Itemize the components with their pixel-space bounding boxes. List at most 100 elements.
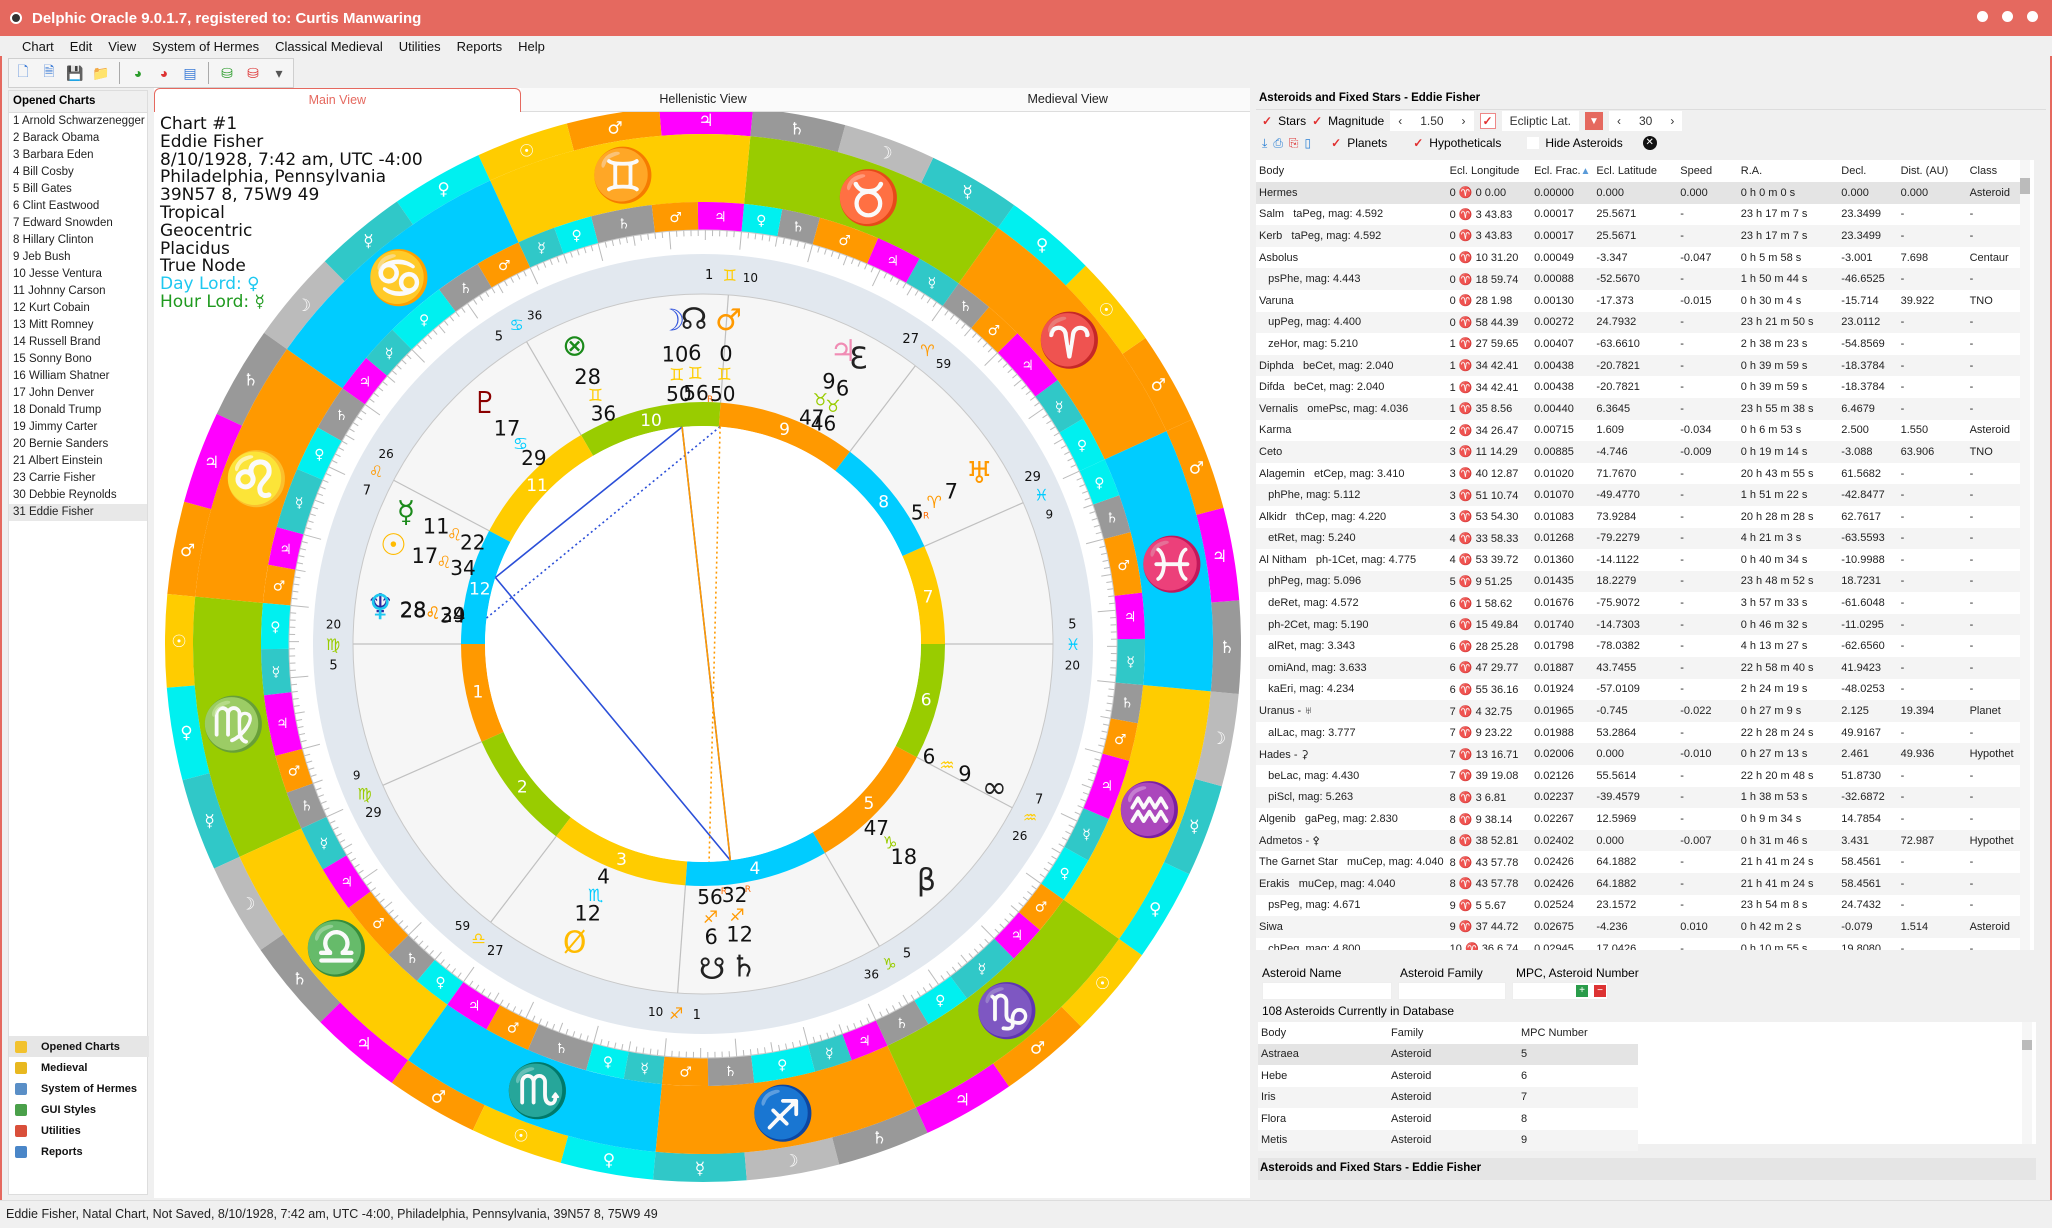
chart-list-item[interactable]: 4 Bill Cosby bbox=[9, 164, 147, 181]
chart-list-item[interactable]: 7 Edward Snowden bbox=[9, 215, 147, 232]
nav-reports[interactable]: Reports bbox=[9, 1141, 149, 1162]
ecliptic-lat-checkbox[interactable]: ✓ bbox=[1479, 113, 1496, 129]
table-row[interactable]: Iris Asteroid 7 bbox=[1258, 1086, 1638, 1108]
chart-list-item[interactable]: 21 Albert Einstein bbox=[9, 453, 147, 470]
chart-list-item[interactable]: 16 William Shatner bbox=[9, 368, 147, 385]
table-remove-icon[interactable]: ▤ bbox=[180, 63, 200, 83]
planets-checkbox[interactable]: ✓ bbox=[1331, 136, 1341, 150]
export-icon[interactable]: ⤓ bbox=[1262, 136, 1267, 151]
toolbar-overflow-icon[interactable]: ▾ bbox=[269, 63, 289, 83]
table-row[interactable]: Astraea Asteroid 5 bbox=[1258, 1043, 1638, 1065]
save-icon[interactable]: 💾 bbox=[65, 63, 85, 83]
nav-utilities[interactable]: Utilities bbox=[9, 1120, 149, 1141]
planet-glyph-saturn[interactable]: ♄ bbox=[730, 949, 757, 984]
chart-list-item[interactable]: 10 Jesse Ventura bbox=[9, 266, 147, 283]
table-row[interactable]: Karma 2 ♈ 34 26.47 0.00715 1.609 -0.034 0 h 6… bbox=[1256, 420, 2026, 442]
table-row[interactable]: deRet, mag: 4.572 6 ♈ 1 58.62 0.01676 -75.9… bbox=[1256, 592, 2026, 614]
nav-medieval[interactable]: Medieval bbox=[9, 1057, 149, 1078]
chart-remove-icon[interactable]: ◕ bbox=[154, 63, 174, 83]
planet-glyph-north-node[interactable]: ☊ bbox=[681, 302, 708, 337]
table-row[interactable]: The Garnet Star muCep, mag: 4.040 8 ♈ 43 … bbox=[1256, 851, 2026, 873]
table-row[interactable]: Kerb taPeg, mag: 4.592 0 ♈ 3 43.83 0.00017… bbox=[1256, 225, 2026, 247]
menu-utilities[interactable]: Utilities bbox=[391, 39, 449, 54]
chart-list-item[interactable]: 19 Jimmy Carter bbox=[9, 419, 147, 436]
table-row[interactable]: Varuna 0 ♈ 28 1.98 0.00130 -17.373 -0.015 0 h… bbox=[1256, 290, 2026, 312]
table-row[interactable]: Asbolus 0 ♈ 10 31.20 0.00049 -3.347 -0.047 0 … bbox=[1256, 247, 2026, 269]
db-remove-icon[interactable]: ⛁ bbox=[243, 63, 263, 83]
table-row[interactable]: Hebe Asteroid 6 bbox=[1258, 1065, 1638, 1087]
table-row[interactable]: omiAnd, mag: 3.633 6 ♈ 47 29.77 0.01887 43.… bbox=[1256, 657, 2026, 679]
table-row[interactable]: upPeg, mag: 4.400 0 ♈ 58 44.39 0.00272 24.7… bbox=[1256, 311, 2026, 334]
chart-list-item[interactable]: 2 Barack Obama bbox=[9, 130, 147, 147]
planet-glyph-mars[interactable]: ♂ bbox=[715, 303, 742, 338]
table-row[interactable]: Salm taPeg, mag: 4.592 0 ♈ 3 43.83 0.00017… bbox=[1256, 204, 2026, 226]
chart-list-item[interactable]: 3 Barbara Eden bbox=[9, 147, 147, 164]
chart-list-item[interactable]: 15 Sonny Bono bbox=[9, 351, 147, 368]
menu-view[interactable]: View bbox=[100, 39, 144, 54]
decrement-icon[interactable]: ‹ bbox=[1617, 114, 1621, 128]
tab-main-view[interactable]: Main View bbox=[154, 88, 521, 112]
table-scrollbar[interactable] bbox=[2020, 160, 2030, 950]
open-folder-icon[interactable]: 📁 bbox=[91, 63, 111, 83]
table-row[interactable]: Flora Asteroid 8 bbox=[1258, 1108, 1638, 1130]
table-row[interactable]: beLac, mag: 4.430 7 ♈ 39 19.08 0.02126 55.5… bbox=[1256, 765, 2026, 787]
chart-list-item[interactable]: 30 Debbie Reynolds bbox=[9, 487, 147, 504]
column-header[interactable]: Family bbox=[1388, 1022, 1518, 1044]
scrollbar-thumb[interactable] bbox=[2020, 178, 2030, 194]
table-row[interactable]: Algenib gaPeg, mag: 2.830 8 ♈ 9 38.14 0.02… bbox=[1256, 808, 2026, 830]
chart-list-item[interactable]: 17 John Denver bbox=[9, 385, 147, 402]
planet-glyph-vertex[interactable]: Ø bbox=[563, 926, 587, 961]
table-row[interactable]: Uranus - ♅ 7 ♈ 4 32.75 0.01965 -0.745 -0.022… bbox=[1256, 700, 2026, 722]
hypotheticals-checkbox[interactable]: ✓ bbox=[1413, 136, 1423, 150]
column-header[interactable]: Body bbox=[1256, 160, 1447, 182]
nav-opened-charts[interactable]: Opened Charts bbox=[9, 1036, 149, 1057]
column-header[interactable]: Speed bbox=[1677, 160, 1738, 182]
table-row[interactable]: alRet, mag: 3.343 6 ♈ 28 25.28 0.01798 -78.… bbox=[1256, 635, 2026, 657]
table-row[interactable]: piScl, mag: 5.263 8 ♈ 3 6.81 0.02237 -39.45… bbox=[1256, 786, 2026, 809]
table-row[interactable]: phPhe, mag: 5.112 3 ♈ 51 10.74 0.01070 -49.… bbox=[1256, 484, 2026, 506]
column-header[interactable]: MPC Number bbox=[1518, 1022, 1638, 1044]
table-row[interactable]: Siwa 9 ♈ 37 44.72 0.02675 -4.236 0.010 0 h 42… bbox=[1256, 916, 2026, 938]
chart-list-item[interactable]: 20 Bernie Sanders bbox=[9, 436, 147, 453]
chart-list-item[interactable]: 9 Jeb Bush bbox=[9, 249, 147, 266]
table-row[interactable]: kaEri, mag: 4.234 6 ♈ 55 36.16 0.01924 -57.… bbox=[1256, 679, 2026, 701]
menu-system-of-hermes[interactable]: System of Hermes bbox=[144, 39, 267, 54]
new-chart-icon[interactable]: 🗋 bbox=[13, 63, 33, 83]
menu-classical-medieval[interactable]: Classical Medieval bbox=[267, 39, 391, 54]
menu-help[interactable]: Help bbox=[510, 39, 553, 54]
table-row[interactable]: Metis Asteroid 9 bbox=[1258, 1129, 1638, 1151]
column-header[interactable]: Body bbox=[1258, 1022, 1388, 1044]
magnitude-spinner[interactable]: ‹ 1.50 › bbox=[1390, 111, 1474, 131]
column-header[interactable]: Class bbox=[1966, 160, 2026, 182]
column-header[interactable]: R.A. bbox=[1737, 160, 1839, 182]
table-row[interactable]: Al Nitham ph-1Cet, mag: 4.775 4 ♈ 53 39.7… bbox=[1256, 549, 2026, 571]
table-row[interactable]: Vernalis omePsc, mag: 4.036 1 ♈ 35 8.56 0.… bbox=[1256, 397, 2026, 420]
table-row[interactable]: ph-2Cet, mag: 5.190 6 ♈ 15 49.84 0.01740 -1… bbox=[1256, 613, 2026, 636]
chart-list-item[interactable]: 11 Johnny Carson bbox=[9, 283, 147, 300]
chevron-down-icon[interactable]: ▼ bbox=[1584, 112, 1603, 130]
scrollbar-thumb[interactable] bbox=[2022, 1040, 2032, 1050]
column-header[interactable]: Dist. (AU) bbox=[1897, 160, 1967, 182]
table-row[interactable]: alLac, mag: 3.777 7 ♈ 9 23.22 0.01988 53.28… bbox=[1256, 722, 2026, 744]
menu-reports[interactable]: Reports bbox=[449, 39, 511, 54]
table-row[interactable]: Alkidr thCep, mag: 4.220 3 ♈ 53 54.30 0.01… bbox=[1256, 506, 2026, 528]
decrement-icon[interactable]: ‹ bbox=[1398, 114, 1402, 128]
chart-list-item[interactable]: 6 Clint Eastwood bbox=[9, 198, 147, 215]
menu-edit[interactable]: Edit bbox=[62, 39, 100, 54]
table-row[interactable]: chPeg, mag: 4.800 10 ♈ 36 6.74 0.02945 17.0… bbox=[1256, 938, 2026, 950]
table-row[interactable]: zeHor, mag: 5.210 1 ♈ 27 59.65 0.00407 -63.… bbox=[1256, 333, 2026, 355]
chart-ok-icon[interactable]: ◕ bbox=[128, 63, 148, 83]
asteroid-family-input[interactable] bbox=[1398, 982, 1506, 1000]
chart-list-item[interactable]: 14 Russell Brand bbox=[9, 334, 147, 351]
chart-list-item[interactable]: 1 Arnold Schwarzenegger bbox=[9, 113, 147, 130]
db-ok-icon[interactable]: ⛁ bbox=[217, 63, 237, 83]
column-header[interactable]: Ecl. Frac.▲ bbox=[1531, 160, 1594, 182]
tab-medieval-view[interactable]: Medieval View bbox=[885, 88, 1251, 112]
chart-list-item[interactable]: 8 Hillary Clinton bbox=[9, 232, 147, 249]
table-row[interactable]: Alagemin etCep, mag: 3.410 3 ♈ 40 12.87 0.… bbox=[1256, 463, 2026, 485]
column-header[interactable]: Ecl. Latitude bbox=[1593, 160, 1678, 182]
table-row[interactable]: Hades - ⚳ 7 ♈ 13 16.71 0.02006 0.000 -0.010 0… bbox=[1256, 743, 2026, 766]
table-row[interactable]: Hermes 0 ♈ 0 0.00 0.00000 0.000 0.000 0 h 0 m… bbox=[1256, 182, 2026, 204]
hide-asteroids-checkbox[interactable] bbox=[1527, 137, 1540, 149]
planet-glyph-pars-spirit[interactable]: ∞ bbox=[982, 771, 1007, 806]
